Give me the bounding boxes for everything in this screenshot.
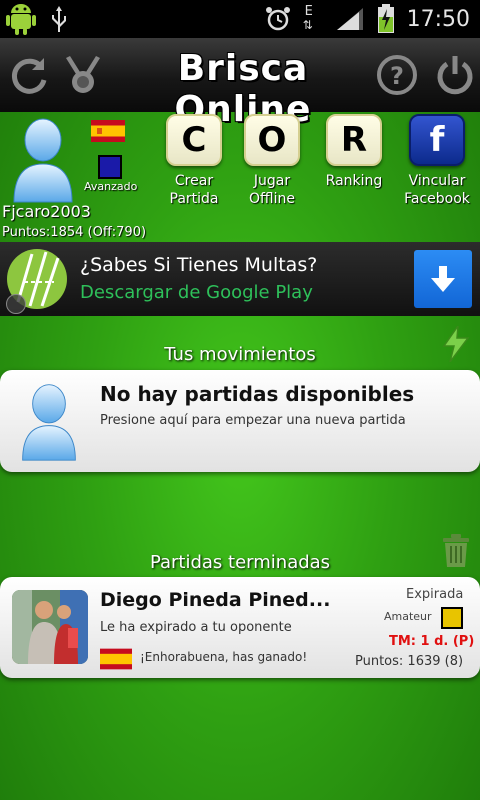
play-offline-label[interactable]: Jugar Offline: [227, 172, 317, 208]
opponent-name: Diego Pineda Pined...: [100, 589, 331, 611]
create-letter: C: [181, 120, 207, 160]
app-header: Brisca Online ?: [0, 38, 480, 130]
game-message: Le ha expirado a tu oponente: [100, 620, 292, 635]
android-icon: [6, 4, 36, 35]
power-icon[interactable]: [434, 54, 476, 96]
game-result: ¡Enhorabuena, has ganado!: [140, 650, 308, 664]
svg-text:?: ?: [390, 62, 404, 90]
opponent-spain-flag-icon: [100, 648, 132, 670]
status-bar: E ⇅ 17:50: [0, 0, 480, 38]
facebook-icon: f: [429, 120, 445, 160]
offline-letter: O: [257, 120, 287, 160]
signal-icon: [336, 8, 363, 30]
spain-flag-icon: [91, 120, 125, 142]
finished-section-title: Partidas terminadas: [149, 552, 331, 573]
trash-icon[interactable]: [440, 532, 472, 568]
level-label: Avanzado: [84, 180, 138, 193]
ranking-letter: R: [340, 120, 368, 160]
refresh-icon[interactable]: [8, 54, 50, 96]
username: Fjcaro2003: [2, 202, 91, 221]
opponent-photo-image: [12, 590, 88, 664]
usb-icon: [52, 6, 66, 32]
download-arrow-icon: [431, 266, 455, 292]
opponent-points: Puntos: 1639 (8): [355, 654, 464, 669]
ad-download-button[interactable]: [414, 250, 472, 308]
create-game-button[interactable]: C: [166, 114, 222, 166]
avatar[interactable]: [12, 116, 74, 204]
facebook-button[interactable]: f: [409, 114, 465, 166]
ad-banner[interactable]: ¿Sabes Si Tienes Multas? Descargar de Go…: [0, 242, 480, 316]
lightning-icon[interactable]: [442, 326, 470, 362]
network-type-indicator: E ⇅: [302, 4, 313, 32]
link-facebook-label[interactable]: Vincular Facebook: [392, 172, 480, 208]
ad-info-icon[interactable]: [6, 294, 26, 314]
battery-charging-icon: [377, 4, 394, 33]
time-mode: TM: 1 d. (P): [389, 634, 475, 649]
opponent-avatar[interactable]: [12, 590, 88, 664]
points-summary: Puntos:1854 (Off:790): [2, 225, 147, 240]
opponent-level-label: Amateur: [384, 610, 432, 623]
alarm-icon: [265, 7, 290, 31]
game-status: Expirada: [406, 587, 464, 602]
no-games-subtitle: Presione aquí para empezar una nueva par…: [100, 413, 406, 428]
new-game-panel[interactable]: No hay partidas disponibles Presione aqu…: [0, 370, 480, 472]
ranking-label[interactable]: Ranking: [309, 172, 399, 190]
empty-avatar-icon: [22, 384, 76, 461]
ad-subtitle[interactable]: Descargar de Google Play: [80, 282, 313, 303]
moves-section-title: Tus movimientos: [164, 344, 316, 365]
ad-title[interactable]: ¿Sabes Si Tienes Multas?: [80, 254, 317, 276]
opponent-level-indicator: [441, 607, 463, 629]
trophy-medal-icon[interactable]: [62, 54, 104, 96]
clock: 17:50: [406, 6, 470, 32]
level-indicator: [98, 155, 122, 179]
create-game-label[interactable]: Crear Partida: [149, 172, 239, 208]
help-icon[interactable]: ?: [376, 54, 418, 96]
no-games-title: No hay partidas disponibles: [100, 382, 415, 406]
ranking-button[interactable]: R: [326, 114, 382, 166]
play-offline-button[interactable]: O: [244, 114, 300, 166]
